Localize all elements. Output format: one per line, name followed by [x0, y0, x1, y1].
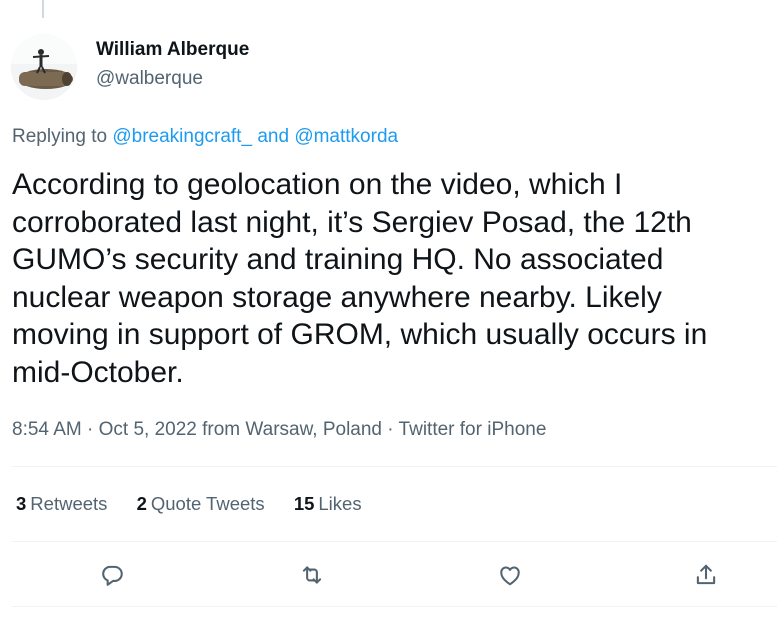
tweet-source[interactable]: Twitter for iPhone [399, 419, 547, 440]
tweet-time[interactable]: 8:54 AM [12, 419, 82, 440]
replying-to-line: Replying to @breakingcraft_ and @mattkor… [12, 126, 398, 148]
retweets-label: Retweets [30, 493, 108, 514]
likes-stat[interactable]: 15 Likes [294, 493, 362, 514]
likes-label: Likes [318, 493, 362, 514]
tweet-location: from Warsaw, Poland [202, 419, 382, 440]
thread-connector-line [42, 0, 44, 18]
replying-joiner: and [257, 126, 290, 147]
share-button[interactable] [691, 560, 721, 590]
divider [12, 541, 777, 542]
like-button[interactable] [495, 560, 525, 590]
mention-link[interactable]: @mattkorda [294, 126, 398, 147]
tweet-metadata: 8:54 AM · Oct 5, 2022 from Warsaw, Polan… [12, 419, 546, 441]
tweet-detail: William Alberque @walberque Replying to … [0, 0, 777, 620]
engagement-stats: 3 Retweets 2 Quote Tweets 15 Likes [16, 493, 386, 515]
author-handle[interactable]: @walberque [96, 68, 203, 90]
tweet-body-text: According to geolocation on the video, w… [12, 168, 708, 389]
retweets-count: 3 [16, 493, 27, 514]
retweet-icon [302, 566, 322, 584]
quote-tweets-stat[interactable]: 2 Quote Tweets [137, 493, 265, 514]
quote-tweets-count: 2 [136, 493, 147, 514]
tweet-date[interactable]: Oct 5, 2022 [99, 419, 197, 440]
reply-icon [102, 565, 123, 586]
meta-separator: · [87, 419, 94, 440]
avatar-photo-icon [11, 34, 77, 100]
share-icon [696, 564, 716, 585]
like-icon [500, 566, 520, 586]
retweet-button[interactable] [297, 560, 327, 590]
likes-count: 15 [293, 493, 315, 514]
retweets-stat[interactable]: 3 Retweets [16, 493, 107, 514]
mention-link[interactable]: @breakingcraft_ [112, 126, 252, 147]
replying-to-label: Replying to [12, 126, 108, 147]
divider [12, 466, 777, 467]
reply-button[interactable] [97, 560, 127, 590]
avatar[interactable] [11, 34, 77, 100]
author-display-name[interactable]: William Alberque [96, 39, 249, 61]
meta-separator: · [387, 419, 394, 440]
divider [12, 606, 777, 607]
quote-tweets-label: Quote Tweets [150, 493, 265, 514]
